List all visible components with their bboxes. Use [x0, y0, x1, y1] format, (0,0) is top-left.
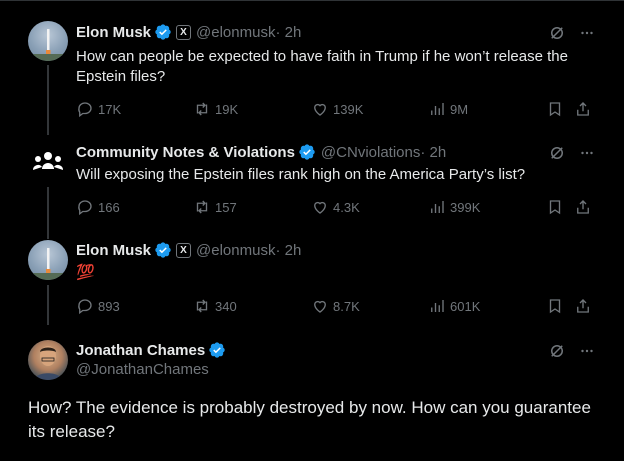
- tweet-text: How can people be expected to have faith…: [76, 48, 568, 85]
- repost-button[interactable]: 157: [193, 198, 237, 216]
- verified-icon: [155, 242, 171, 258]
- rocket-image-icon: [28, 29, 68, 61]
- views-icon: [431, 300, 444, 312]
- repost-icon: [196, 200, 208, 214]
- tweet-text: Will exposing the Epstein files rank hig…: [76, 166, 526, 183]
- share-button[interactable]: [574, 198, 592, 216]
- avatar[interactable]: [28, 240, 68, 280]
- share-icon: [577, 299, 589, 313]
- bookmark-icon: [549, 299, 561, 314]
- reply-button[interactable]: 17K: [76, 100, 121, 118]
- reply-icon: [78, 102, 92, 118]
- timestamp[interactable]: · 2h: [275, 24, 301, 41]
- views-button[interactable]: 399K: [428, 198, 480, 216]
- like-button[interactable]: 4.3K: [311, 198, 360, 216]
- timestamp[interactable]: · 2h: [420, 144, 446, 161]
- bookmark-icon: [549, 200, 561, 215]
- repost-button[interactable]: 340: [193, 297, 237, 315]
- affiliate-badge: X: [176, 24, 192, 40]
- author-handle[interactable]: @JonathanChames: [76, 361, 209, 378]
- main-tweet[interactable]: Jonathan Chames @JonathanChames How? The…: [0, 330, 624, 461]
- repost-icon: [196, 299, 208, 313]
- like-button[interactable]: 139K: [311, 100, 363, 118]
- views-icon: [431, 103, 444, 115]
- reply-count: 17K: [98, 101, 122, 117]
- reply-count: 893: [98, 298, 120, 314]
- bookmark-button[interactable]: [546, 297, 564, 315]
- bookmark-icon: [549, 102, 561, 117]
- affiliate-badge: X: [176, 242, 192, 258]
- main-tweet-text: How? The evidence is probably destroyed …: [28, 398, 591, 441]
- tweet-actions: 166 157 4.3K 399K: [76, 198, 598, 218]
- reply-button[interactable]: 166: [76, 198, 120, 216]
- verified-icon: [299, 144, 315, 160]
- author-handle[interactable]: @CNviolations: [321, 144, 420, 161]
- more-icon[interactable]: [578, 24, 596, 42]
- author-name[interactable]: Community Notes & Violations: [76, 144, 295, 161]
- reply-button[interactable]: 893: [76, 297, 120, 315]
- avatar[interactable]: [28, 142, 68, 182]
- tweet-header: Elon Musk X @elonmusk · 2h: [76, 23, 301, 41]
- like-icon: [314, 201, 326, 214]
- like-count: 139K: [333, 101, 364, 117]
- timestamp[interactable]: · 2h: [275, 242, 301, 259]
- reply-count: 166: [98, 199, 120, 215]
- repost-icon: [196, 102, 208, 116]
- repost-count: 157: [215, 199, 237, 215]
- tweet-header: Community Notes & Violations @CNviolatio…: [76, 143, 446, 161]
- avatar[interactable]: [28, 340, 68, 380]
- tweet-text: 💯: [76, 264, 95, 281]
- view-count: 601K: [450, 298, 481, 314]
- thread-line: [47, 285, 49, 325]
- thread-tweet-2[interactable]: Community Notes & Violations @CNviolatio…: [0, 130, 624, 239]
- tweet-actions: 17K 19K 139K 9M: [76, 100, 598, 120]
- more-icon[interactable]: [578, 342, 596, 360]
- repost-count: 19K: [215, 101, 239, 117]
- thread-tweet-3[interactable]: Elon Musk X @elonmusk · 2h 💯 893 340 8.7…: [0, 230, 624, 330]
- share-button[interactable]: [574, 100, 592, 118]
- tweet-header: Jonathan Chames: [76, 341, 226, 359]
- tweet-actions: 893 340 8.7K 601K: [76, 297, 598, 317]
- reply-icon: [78, 200, 92, 216]
- tweet-top-icons: [548, 342, 596, 360]
- like-icon: [314, 103, 326, 116]
- thread-line: [47, 65, 49, 135]
- community-icon: [33, 152, 63, 170]
- share-icon: [577, 102, 589, 116]
- author-handle[interactable]: @elonmusk: [196, 242, 275, 259]
- share-button[interactable]: [574, 297, 592, 315]
- like-icon: [314, 300, 326, 313]
- tweet-top-icons: [548, 144, 596, 162]
- views-button[interactable]: 9M: [428, 100, 468, 118]
- author-name[interactable]: Elon Musk: [76, 242, 151, 259]
- grok-icon[interactable]: [548, 24, 566, 42]
- author-name[interactable]: Jonathan Chames: [76, 342, 205, 359]
- tweet-header: Elon Musk X @elonmusk · 2h: [76, 241, 301, 259]
- repost-count: 340: [215, 298, 237, 314]
- like-button[interactable]: 8.7K: [311, 297, 360, 315]
- like-count: 8.7K: [333, 298, 360, 314]
- reply-icon: [78, 299, 92, 315]
- view-count: 399K: [450, 199, 481, 215]
- grok-icon[interactable]: [548, 342, 566, 360]
- views-icon: [431, 201, 444, 213]
- person-photo-icon: [34, 346, 62, 380]
- rocket-image-icon: [28, 248, 68, 280]
- share-icon: [577, 200, 589, 214]
- grok-icon[interactable]: [548, 144, 566, 162]
- thread-tweet-1[interactable]: Elon Musk X @elonmusk · 2h How can peopl…: [0, 0, 624, 135]
- view-count: 9M: [450, 101, 469, 117]
- verified-icon: [209, 342, 225, 358]
- author-name[interactable]: Elon Musk: [76, 24, 151, 41]
- author-handle[interactable]: @elonmusk: [196, 24, 275, 41]
- bookmark-button[interactable]: [546, 100, 564, 118]
- more-icon[interactable]: [578, 144, 596, 162]
- tweet-top-icons: [548, 24, 596, 42]
- like-count: 4.3K: [333, 199, 360, 215]
- bookmark-button[interactable]: [546, 198, 564, 216]
- verified-icon: [155, 24, 171, 40]
- repost-button[interactable]: 19K: [193, 100, 238, 118]
- avatar[interactable]: [28, 21, 68, 61]
- views-button[interactable]: 601K: [428, 297, 480, 315]
